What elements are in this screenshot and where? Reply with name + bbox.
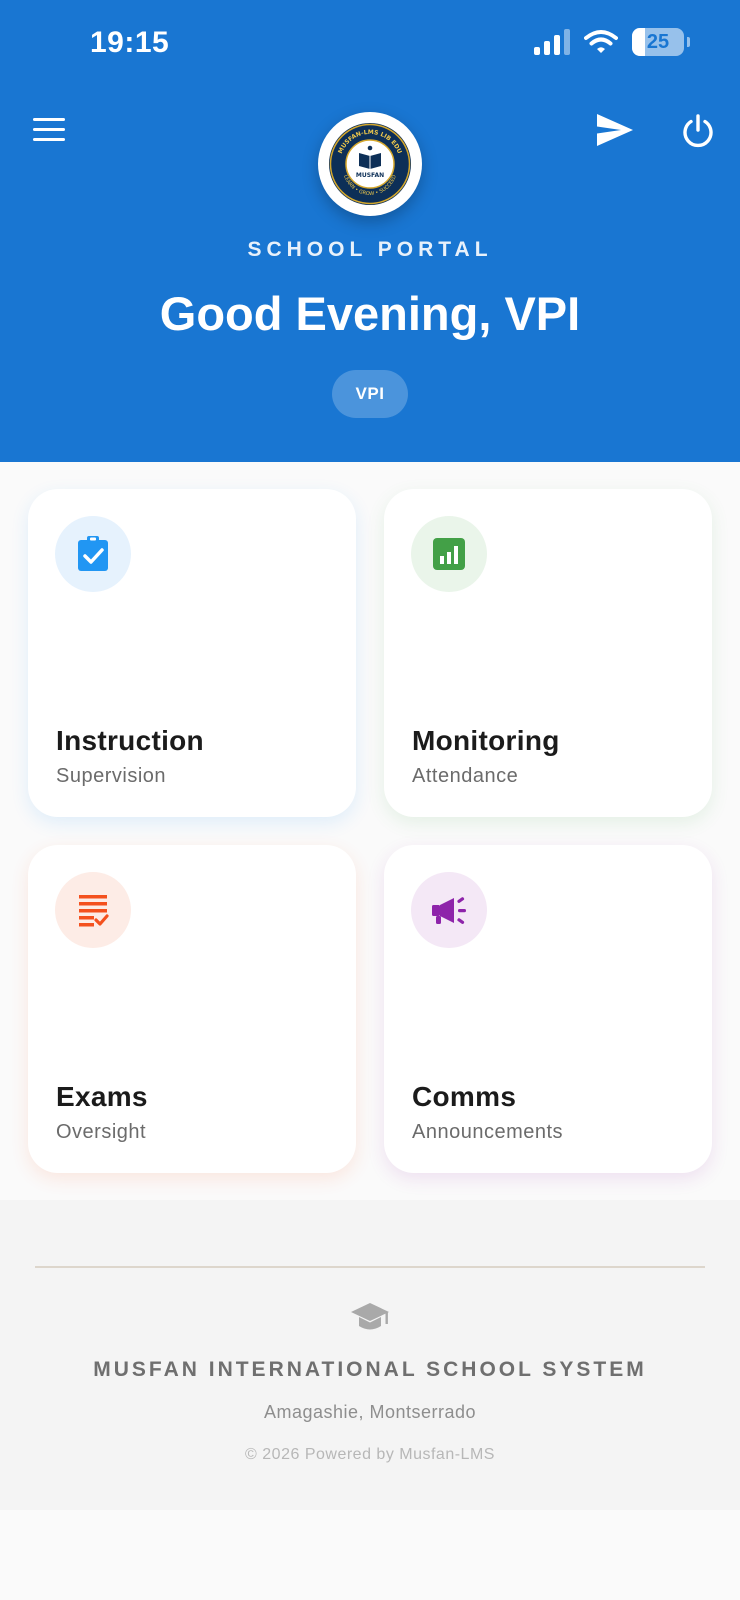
copyright: © 2026 Powered by Musfan-LMS — [245, 1446, 495, 1463]
megaphone-icon — [432, 897, 466, 924]
footer: MUSFAN INTERNATIONAL SCHOOL SYSTEM Amaga… — [0, 1200, 740, 1510]
card-subtitle: Announcements — [412, 1121, 564, 1143]
status-bar: 19:15 25 — [0, 0, 740, 90]
card-title: Instruction — [56, 725, 204, 756]
card-monitoring[interactable]: Monitoring Attendance — [384, 489, 712, 817]
card-comms[interactable]: Comms Announcements — [384, 845, 712, 1173]
power-icon[interactable] — [680, 113, 716, 149]
clipboard-check-icon — [78, 536, 108, 571]
greeting-title: Good Evening, VPI — [159, 287, 581, 340]
signal-bar — [544, 41, 550, 55]
battery-icon: 25 — [632, 28, 690, 56]
card-title: Monitoring — [412, 725, 560, 756]
menu-icon[interactable] — [33, 118, 65, 142]
card-icon-circle — [411, 516, 487, 592]
card-exams[interactable]: Exams Oversight — [28, 845, 356, 1173]
footer-divider — [35, 1266, 705, 1268]
checklist-icon — [79, 895, 109, 927]
card-subtitle: Oversight — [56, 1121, 147, 1143]
status-time: 19:15 — [90, 26, 170, 59]
role-badge[interactable]: VPI — [332, 370, 408, 418]
school-logo: MUSFAN-LMS LIB EDU LEARN • GROW • SUCCEE… — [318, 112, 422, 216]
card-title: Comms — [412, 1081, 517, 1112]
cellular-signal-icon — [534, 29, 570, 55]
card-subtitle: Supervision — [56, 765, 167, 787]
wifi-icon — [584, 30, 618, 53]
signal-bar — [554, 35, 560, 55]
signal-bar — [534, 47, 540, 55]
card-title: Exams — [56, 1081, 148, 1112]
card-icon-circle — [55, 516, 131, 592]
portal-label: SCHOOL PORTAL — [247, 238, 493, 261]
status-icons: 25 — [534, 28, 690, 56]
card-icon-circle — [411, 872, 487, 948]
header: 19:15 25 MUSFAN-LMS LIB EDU LEARN • GROW… — [0, 0, 740, 462]
send-icon[interactable] — [595, 110, 635, 150]
battery-tip — [687, 37, 690, 47]
card-subtitle: Attendance — [412, 765, 519, 787]
school-seal-icon: MUSFAN-LMS LIB EDU LEARN • GROW • SUCCEE… — [329, 123, 411, 205]
graduation-cap-icon — [351, 1303, 389, 1330]
logo-inner-text: MUSFAN — [356, 172, 384, 179]
bar-chart-icon — [433, 538, 465, 570]
battery-level: 25 — [646, 30, 670, 53]
org-name: MUSFAN INTERNATIONAL SCHOOL SYSTEM — [93, 1358, 647, 1381]
org-location: Amagashie, Montserrado — [263, 1402, 477, 1422]
card-instruction[interactable]: Instruction Supervision — [28, 489, 356, 817]
card-icon-circle — [55, 872, 131, 948]
signal-bar — [564, 29, 570, 55]
